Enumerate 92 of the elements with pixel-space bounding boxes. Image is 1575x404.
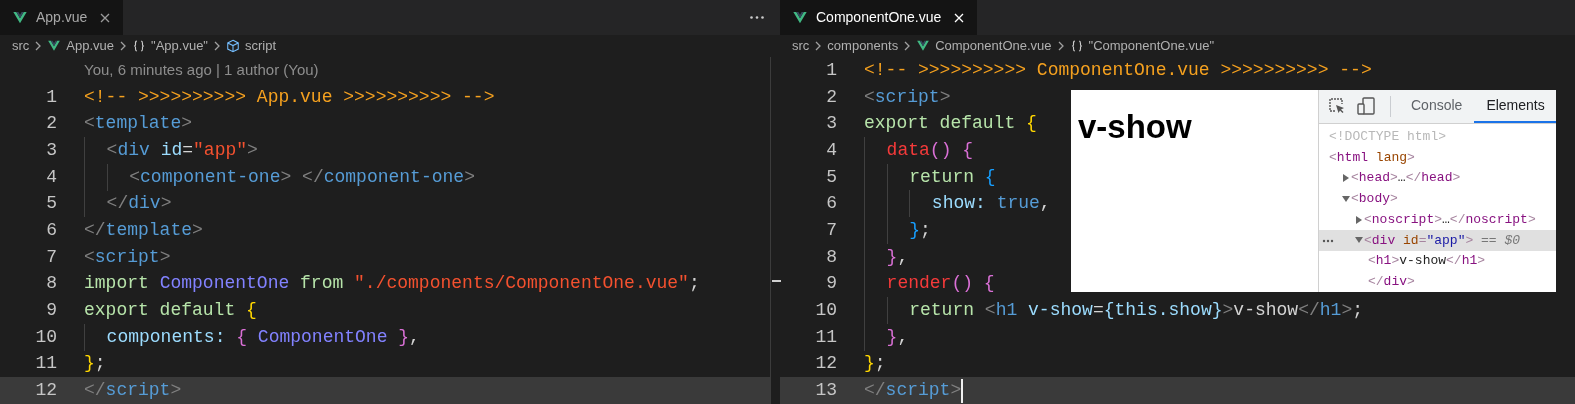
code-line: <script>	[864, 85, 951, 109]
code-line: data() {	[864, 137, 974, 164]
code-line: export default {	[84, 299, 257, 323]
code-line: return {	[864, 163, 996, 191]
braces-icon	[132, 39, 147, 53]
line-number: 12	[34, 379, 57, 403]
line-number: 5	[45, 192, 57, 216]
git-blame-annotation: You, 6 minutes ago | 1 author (You)	[84, 60, 319, 81]
code-line: return <h1 v-show={this.show}>v-show</h1>;	[864, 297, 1363, 324]
code-line: </script>	[84, 379, 182, 403]
line-number: 11	[34, 352, 57, 376]
line-number: 10	[814, 299, 837, 323]
line-number: 8	[45, 272, 57, 296]
devtools-tab[interactable]: Elements	[1474, 90, 1556, 123]
code-line: <component-one> </component-one>	[84, 163, 475, 191]
overview-ruler-mark	[772, 280, 781, 282]
code-line: </script>	[864, 377, 964, 404]
line-number: 7	[825, 218, 837, 242]
more-icon	[1322, 238, 1334, 243]
v-logo-icon	[12, 9, 28, 26]
dom-tree-node[interactable]: <html lang>	[1319, 147, 1556, 168]
dom-tree-node[interactable]: <h1>v-show</h1>	[1319, 250, 1556, 272]
dom-tree-node[interactable]: <head>…</head>	[1319, 167, 1556, 189]
expanded-triangle-icon	[1355, 236, 1363, 245]
code-line: </div>	[84, 190, 172, 218]
more-icon	[750, 16, 764, 19]
dom-tree-node[interactable]: <noscript>…</noscript>	[1319, 209, 1556, 230]
code-line: },	[864, 323, 909, 351]
editor-tab[interactable]: App.vue	[0, 0, 124, 35]
close-button[interactable]	[953, 11, 966, 24]
breadcrumb-item[interactable]: "App.vue"	[132, 36, 208, 56]
chevron-icon	[212, 39, 222, 53]
breadcrumb-item[interactable]: script	[226, 36, 277, 56]
code-line: export default {	[864, 112, 1037, 136]
code-line: import ComponentOne from "./components/ComponentOne.vue";	[84, 272, 700, 296]
line-number: 4	[825, 138, 837, 162]
code-line: <script>	[84, 245, 171, 269]
breadcrumb-item[interactable]: components	[827, 36, 899, 56]
device-icon	[1356, 96, 1376, 117]
code-line: <template>	[84, 112, 193, 136]
line-number: 6	[45, 219, 57, 243]
line-number: 9	[825, 272, 837, 296]
line-number: 3	[825, 112, 837, 136]
line-number: 13	[814, 379, 837, 403]
code-line: render() {	[864, 270, 995, 298]
devtools-tab[interactable]: Console	[1399, 90, 1475, 123]
v-logo-icon	[916, 39, 931, 53]
dom-tree-node[interactable]: <body>	[1319, 188, 1556, 210]
breadcrumb-item[interactable]: App.vue	[47, 36, 115, 56]
line-number: 3	[45, 138, 57, 162]
line-number: 10	[34, 325, 57, 349]
dom-tree-node[interactable]: <div id="app"> == $0	[1319, 229, 1556, 251]
line-number: 4	[45, 165, 57, 189]
code-line: <!-- >>>>>>>>>> ComponentOne.vue >>>>>>>>>> -->	[864, 58, 1372, 82]
breadcrumb-item[interactable]: "ComponentOne.vue"	[1069, 36, 1215, 56]
cube-icon	[226, 39, 240, 53]
line-number: 1	[45, 85, 57, 109]
collapsed-triangle-icon	[1355, 215, 1363, 224]
cursor-icon	[1328, 97, 1346, 116]
line-number: 6	[825, 192, 837, 216]
breadcrumb-item[interactable]: ComponentOne.vue	[916, 36, 1052, 56]
dom-tree-node[interactable]: </div>	[1319, 271, 1556, 292]
close-button[interactable]	[99, 11, 112, 24]
code-line: show: true,	[864, 190, 1051, 218]
editor-tab[interactable]: ComponentOne.vue	[780, 0, 978, 35]
braces-icon	[1069, 39, 1084, 53]
expanded-triangle-icon	[1342, 194, 1350, 203]
code-line: },	[864, 243, 909, 271]
line-number: 12	[814, 352, 837, 376]
code-line: </template>	[84, 219, 203, 243]
breadcrumb-item[interactable]: src	[12, 36, 30, 56]
code-line: };	[84, 352, 106, 376]
code-line: <!-- >>>>>>>>>> App.vue >>>>>>>>>> -->	[84, 85, 495, 109]
collapsed-triangle-icon	[1342, 174, 1350, 183]
code-line: components: { ComponentOne },	[84, 323, 420, 351]
code-line: };	[864, 217, 931, 244]
page-heading: v-show	[1078, 110, 1193, 143]
v-logo-icon	[792, 9, 808, 26]
line-number: 9	[45, 299, 57, 323]
line-number: 1	[825, 58, 837, 82]
close-icon	[99, 11, 112, 24]
code-line: };	[864, 352, 886, 376]
breadcrumb-item[interactable]: src	[792, 36, 810, 56]
line-number: 11	[814, 325, 837, 349]
line-number: 5	[825, 165, 837, 189]
line-number: 2	[45, 112, 57, 136]
line-number: 7	[45, 245, 57, 269]
line-number: 8	[825, 245, 837, 269]
line-number: 2	[825, 85, 837, 109]
close-icon	[953, 11, 966, 24]
code-line: <div id="app">	[84, 137, 258, 164]
v-logo-icon	[47, 39, 62, 53]
